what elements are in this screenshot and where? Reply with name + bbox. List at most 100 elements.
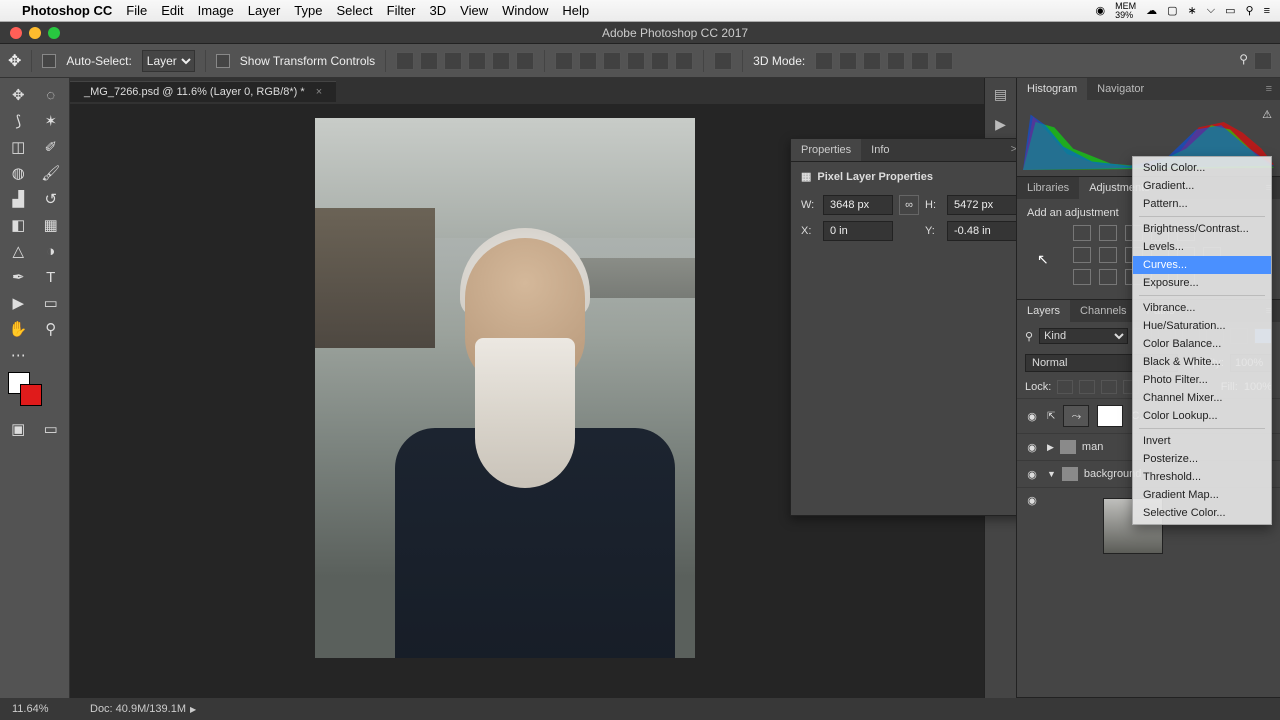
workspace-switcher[interactable] (1254, 52, 1272, 70)
menu-view[interactable]: View (460, 3, 488, 18)
brightness-adjustment-icon[interactable] (1073, 225, 1091, 241)
align-icon[interactable] (396, 52, 414, 70)
spotlight-icon[interactable]: ⚲ (1246, 4, 1254, 17)
blur-tool[interactable]: △ (2, 238, 35, 264)
pen-tool[interactable]: ✒ (2, 264, 35, 290)
align-icon[interactable] (468, 52, 486, 70)
menu-3d[interactable]: 3D (430, 3, 447, 18)
battery-icon[interactable]: ▭ (1225, 4, 1235, 17)
document-tab[interactable]: _MG_7266.psd @ 11.6% (Layer 0, RGB/8*) *… (70, 81, 336, 102)
distribute-icon[interactable] (555, 52, 573, 70)
background-color[interactable] (20, 384, 42, 406)
context-menu-item[interactable]: Selective Color... (1133, 504, 1271, 522)
menu-help[interactable]: Help (562, 3, 589, 18)
info-tab[interactable]: Info (861, 139, 899, 161)
dock-actions-icon[interactable]: ▶ (991, 116, 1011, 132)
app-name[interactable]: Photoshop CC (22, 3, 112, 18)
hue-adjustment-icon[interactable] (1073, 247, 1091, 263)
color-swatches[interactable] (6, 372, 63, 412)
close-tab-icon[interactable]: × (316, 86, 322, 98)
align-icon[interactable] (420, 52, 438, 70)
context-menu-item[interactable]: Levels... (1133, 238, 1271, 256)
move-tool-icon[interactable]: ✥ (8, 51, 21, 71)
lasso-tool[interactable]: ⟆ (2, 108, 35, 134)
balance-adjustment-icon[interactable] (1099, 247, 1117, 263)
history-brush-tool[interactable]: ↺ (35, 186, 68, 212)
context-menu-item[interactable]: Threshold... (1133, 468, 1271, 486)
window-minimize-button[interactable] (29, 27, 41, 39)
mode3d-icon[interactable] (839, 52, 857, 70)
path-selection-tool[interactable]: ▶ (2, 290, 35, 316)
menu-extras-icon[interactable]: ≡ (1264, 5, 1270, 17)
properties-panel[interactable]: Properties Info >> ≡ ▦Pixel Layer Proper… (790, 138, 1040, 516)
context-menu-item[interactable]: Curves... (1133, 256, 1271, 274)
eyedropper-tool[interactable]: ✐ (35, 134, 68, 160)
width-input[interactable]: 3648 px (823, 195, 893, 215)
link-dimensions-icon[interactable]: ∞ (899, 195, 919, 215)
menu-select[interactable]: Select (336, 3, 372, 18)
context-menu-item[interactable]: Gradient Map... (1133, 486, 1271, 504)
histogram-tab[interactable]: Histogram (1017, 78, 1087, 100)
filter-kind-dropdown[interactable]: Kind (1039, 328, 1128, 344)
context-menu-item[interactable]: Channel Mixer... (1133, 389, 1271, 407)
visibility-icon[interactable]: ◉ (1025, 441, 1039, 454)
context-menu-item[interactable]: Brightness/Contrast... (1133, 220, 1271, 238)
dodge-tool[interactable]: ◑ (35, 238, 68, 264)
healing-brush-tool[interactable]: ◍ (2, 160, 35, 186)
context-menu-item[interactable]: Posterize... (1133, 450, 1271, 468)
visibility-icon[interactable]: ◉ (1025, 410, 1039, 423)
visibility-icon[interactable]: ◉ (1025, 494, 1039, 507)
distribute-icon[interactable] (627, 52, 645, 70)
menu-layer[interactable]: Layer (248, 3, 281, 18)
mode3d-icon[interactable] (935, 52, 953, 70)
align-icon[interactable] (492, 52, 510, 70)
distribute-icon[interactable] (579, 52, 597, 70)
bluetooth-icon[interactable]: ∗ (1188, 4, 1197, 17)
context-menu-item[interactable]: Solid Color... (1133, 159, 1271, 177)
invert-adjustment-icon[interactable] (1073, 269, 1091, 285)
crop-tool[interactable]: ◫ (2, 134, 35, 160)
visibility-icon[interactable]: ◉ (1025, 468, 1039, 481)
mode3d-icon[interactable] (911, 52, 929, 70)
lock-position-icon[interactable] (1079, 380, 1095, 394)
quick-mask-mode[interactable]: ▣ (2, 416, 35, 442)
edit-toolbar[interactable]: ⋯ (2, 342, 35, 368)
menu-edit[interactable]: Edit (161, 3, 183, 18)
zoom-level[interactable]: 11.64% (12, 703, 72, 715)
type-tool[interactable]: T (35, 264, 68, 290)
marquee-tool[interactable]: ◌ (35, 82, 68, 108)
mode3d-icon[interactable] (863, 52, 881, 70)
context-menu-item[interactable]: Gradient... (1133, 177, 1271, 195)
navigator-tab[interactable]: Navigator (1087, 78, 1154, 100)
layers-tab[interactable]: Layers (1017, 300, 1070, 322)
clone-stamp-tool[interactable]: ▟ (2, 186, 35, 212)
align-icon[interactable] (516, 52, 534, 70)
canvas-image[interactable] (315, 118, 695, 658)
distribute-icon[interactable] (651, 52, 669, 70)
dock-history-icon[interactable]: ▤ (991, 86, 1011, 102)
context-menu-item[interactable]: Pattern... (1133, 195, 1271, 213)
align-icon[interactable] (444, 52, 462, 70)
context-menu-item[interactable]: Invert (1133, 432, 1271, 450)
eraser-tool[interactable]: ◧ (2, 212, 35, 238)
lock-pixels-icon[interactable] (1057, 380, 1073, 394)
properties-tab[interactable]: Properties (791, 139, 861, 161)
display-icon[interactable]: ▢ (1167, 4, 1177, 17)
menu-filter[interactable]: Filter (387, 3, 416, 18)
x-input[interactable]: 0 in (823, 221, 893, 241)
cloud-icon[interactable]: ☁ (1146, 4, 1157, 17)
context-menu-item[interactable]: Photo Filter... (1133, 371, 1271, 389)
histogram-warning-icon[interactable]: ⚠ (1262, 108, 1272, 121)
context-menu-item[interactable]: Color Lookup... (1133, 407, 1271, 425)
panel-menu-icon[interactable]: ≡ (1258, 78, 1280, 100)
window-maximize-button[interactable] (48, 27, 60, 39)
height-input[interactable]: 5472 px (947, 195, 1017, 215)
lock-artboard-icon[interactable] (1101, 380, 1117, 394)
move-tool[interactable]: ✥ (2, 82, 35, 108)
mode3d-icon[interactable] (815, 52, 833, 70)
auto-align-icon[interactable] (714, 52, 732, 70)
context-menu-item[interactable]: Exposure... (1133, 274, 1271, 292)
context-menu-item[interactable]: Hue/Saturation... (1133, 317, 1271, 335)
context-menu-item[interactable]: Vibrance... (1133, 299, 1271, 317)
libraries-tab[interactable]: Libraries (1017, 177, 1079, 199)
